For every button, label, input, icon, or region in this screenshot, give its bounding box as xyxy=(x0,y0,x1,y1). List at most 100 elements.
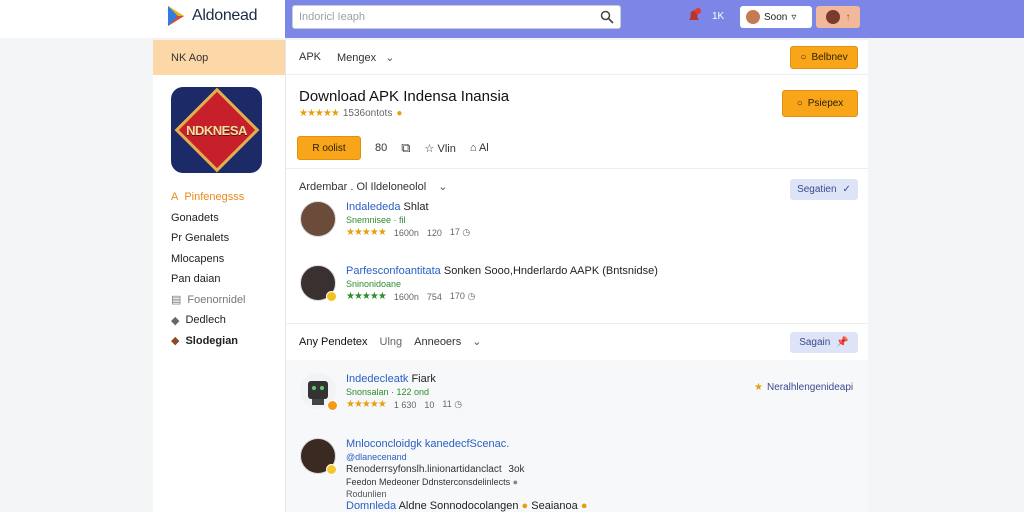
sidebar-item-label: Dedlech xyxy=(185,314,226,327)
section-1-button[interactable]: Segatien ✓ xyxy=(790,179,858,200)
user-menu[interactable]: Soon ▿ xyxy=(740,6,812,28)
home-icon: ⌂ xyxy=(469,142,477,154)
search-box[interactable] xyxy=(292,5,621,29)
meta-value: 754 xyxy=(426,291,442,302)
meta-value: 1 630 xyxy=(393,399,417,410)
play-logo-icon xyxy=(168,6,184,26)
section-title[interactable]: Ardembar . Ol Ildeloneolol xyxy=(299,181,426,193)
list-item-title: Mnloconcloidgk kanedecfScenac. xyxy=(346,438,525,450)
sidebar-header[interactable]: NK Aop xyxy=(153,40,285,75)
tag-icon: ◆ xyxy=(171,314,180,327)
list-item-title: Domnleda Aldne Sonnodocolangen ● Seaiano… xyxy=(346,500,587,512)
item-title-primary: Indalededa xyxy=(346,201,401,213)
tag-icon: ◆ xyxy=(171,335,180,348)
user-label: Soon xyxy=(764,11,788,23)
avatar xyxy=(300,265,337,302)
sidebar: NK Aop NDKNESA A Pinfenegsss Gonadets Pr… xyxy=(153,40,286,512)
list-item[interactable]: Parfesconfoantitata Sonken Sooo,Hnderlar… xyxy=(300,265,658,302)
chevron-down-icon[interactable]: ⌄ xyxy=(438,180,447,193)
meta-value: 10 xyxy=(424,399,435,410)
action-row: R oolist 80 ⧉ ☆ Vlin ⌂ Al xyxy=(297,136,489,160)
list-item-subtitle: Sninonidoane xyxy=(346,279,402,289)
meta-value: 120 xyxy=(426,227,442,238)
sidebar-item-3[interactable]: Mlocapens xyxy=(171,249,285,270)
app-icon[interactable]: NDKNESA xyxy=(171,87,262,173)
sidebar-item-label: Foenornidel xyxy=(187,293,246,306)
notification-bell-icon[interactable] xyxy=(686,8,702,24)
pin-icon: 📌 xyxy=(836,337,849,348)
meta-value: 1600n xyxy=(393,291,419,302)
info-icon: ● xyxy=(512,477,519,487)
sidebar-item-4[interactable]: Pan daian xyxy=(171,269,285,290)
item-line-text: Renoderrsyfonslh.linionartidanclact xyxy=(346,464,502,475)
profile-avatar-icon xyxy=(825,10,840,24)
list-item[interactable]: Indalededa Shlat Snemnisee · fil ★★★★★ 1… xyxy=(300,201,470,238)
list-item-line: Rodunlien xyxy=(346,489,387,499)
top-bar: Aldonead 1K Soon ▿ ↑ xyxy=(0,0,1024,38)
check-icon: ✓ xyxy=(842,184,851,195)
rating-line: ★★★★★ 1536ontots ● xyxy=(299,108,402,119)
breadcrumb: APK Mengex ⌄ xyxy=(286,40,868,75)
sidebar-item-0[interactable]: A Pinfenegsss xyxy=(171,187,285,208)
top-action-button[interactable]: ○ Belbnev xyxy=(790,46,858,69)
sidebar-item-6[interactable]: ◆ Dedlech xyxy=(171,310,285,331)
list-item-meta: ★★★★★ 1600n 120 17 ◷ xyxy=(346,227,470,238)
sidebar-item-label: Slodegian xyxy=(185,334,239,347)
breadcrumb-item-menu[interactable]: Mengex ⌄ xyxy=(337,51,394,64)
sidebar-item-7[interactable]: ◆ Slodegian xyxy=(171,331,285,352)
circle-icon: ○ xyxy=(796,98,803,109)
list-item[interactable]: Indedecleatk Fiark Snonsalan · 122 ond ★… xyxy=(300,373,462,411)
list-item[interactable]: Mnloconcloidgk kanedecfScenac. @dlanecen… xyxy=(300,438,525,499)
item-title-rest: Sonken Sooo,Hnderlardo AAPK (Bntsnidse) xyxy=(443,265,658,277)
action-wishlist[interactable]: ☆ Vlin xyxy=(425,142,456,155)
sidebar-item-2[interactable]: Pr Genalets xyxy=(171,228,285,249)
breadcrumb-item-apk[interactable]: APK xyxy=(299,51,321,63)
share-icon[interactable]: ⧉ xyxy=(401,140,410,156)
avatar xyxy=(300,438,337,475)
tab-label: Anneoers xyxy=(414,336,462,348)
status-badge xyxy=(326,291,337,302)
tab-any[interactable]: Any Pendetex xyxy=(299,336,368,348)
pinned-note[interactable]: ★ Neralhlengenideapi xyxy=(754,382,853,393)
clock-icon: ◷ xyxy=(467,291,476,301)
list-item-body: Indedecleatk Fiark Snonsalan · 122 ond ★… xyxy=(346,373,462,410)
meta-value: 1600n xyxy=(393,227,419,238)
item-title-tail: Seaianoa xyxy=(531,500,578,512)
list-item-line: Renoderrsyfonslh.linionartidanclact 3ok xyxy=(346,464,525,475)
item-title-primary: Mnloconcloidgk xyxy=(346,438,422,450)
logo[interactable]: Aldonead xyxy=(164,4,258,28)
item-title-rest: Shlat xyxy=(403,201,429,213)
meta-count: 11 ◷ xyxy=(442,399,462,410)
install-button[interactable]: R oolist xyxy=(297,136,361,160)
action-home[interactable]: ⌂ Al xyxy=(470,142,489,154)
tab-ulng[interactable]: Ulng xyxy=(380,336,403,348)
avatar xyxy=(300,201,336,237)
list-item-subtitle: Snemnisee · fil xyxy=(346,215,406,225)
search-input[interactable] xyxy=(299,11,600,23)
action-count[interactable]: 80 xyxy=(375,142,387,154)
section-2-button[interactable]: Sagain 📌 xyxy=(790,332,858,353)
item-title-primary: Parfesconfoantitata xyxy=(346,265,441,277)
sidebar-item-label: Mlocapens xyxy=(171,252,225,265)
clock-icon: ◷ xyxy=(462,227,471,237)
meta-value: 17 xyxy=(449,227,460,237)
star-icon: ★ xyxy=(754,382,763,393)
logo-text: Aldonead xyxy=(192,7,258,24)
sidebar-item-5[interactable]: ▤ Foenornidel xyxy=(171,290,285,311)
rating-stars: ★★★★★ xyxy=(346,291,387,302)
list-item-body: Parfesconfoantitata Sonken Sooo,Hnderlar… xyxy=(346,265,658,302)
chevron-down-icon: ▿ xyxy=(791,11,797,23)
list-item-subtitle: Snonsalan · 122 ond xyxy=(346,387,430,397)
list-item-title: Parfesconfoantitata Sonken Sooo,Hnderlar… xyxy=(346,265,658,277)
rating-text: 1536ontots xyxy=(342,108,393,119)
search-icon[interactable] xyxy=(600,10,614,24)
list-item[interactable]: Domnleda Aldne Sonnodocolangen ● Seaiano… xyxy=(346,500,587,512)
sidebar-item-label: Gonadets xyxy=(171,211,219,224)
list-item-body: Indalededa Shlat Snemnisee · fil ★★★★★ 1… xyxy=(346,201,470,238)
profile-button[interactable]: ↑ xyxy=(816,6,860,28)
tab-anneoers[interactable]: Anneoers ⌄ xyxy=(414,335,481,348)
list-item-body: Mnloconcloidgk kanedecfScenac. @dlanecen… xyxy=(346,438,525,499)
sidebar-item-1[interactable]: Gonadets xyxy=(171,208,285,229)
item-title-rest: kanedecfScenac. xyxy=(424,438,510,450)
primary-download-button[interactable]: ○ Psiepex xyxy=(782,90,858,117)
